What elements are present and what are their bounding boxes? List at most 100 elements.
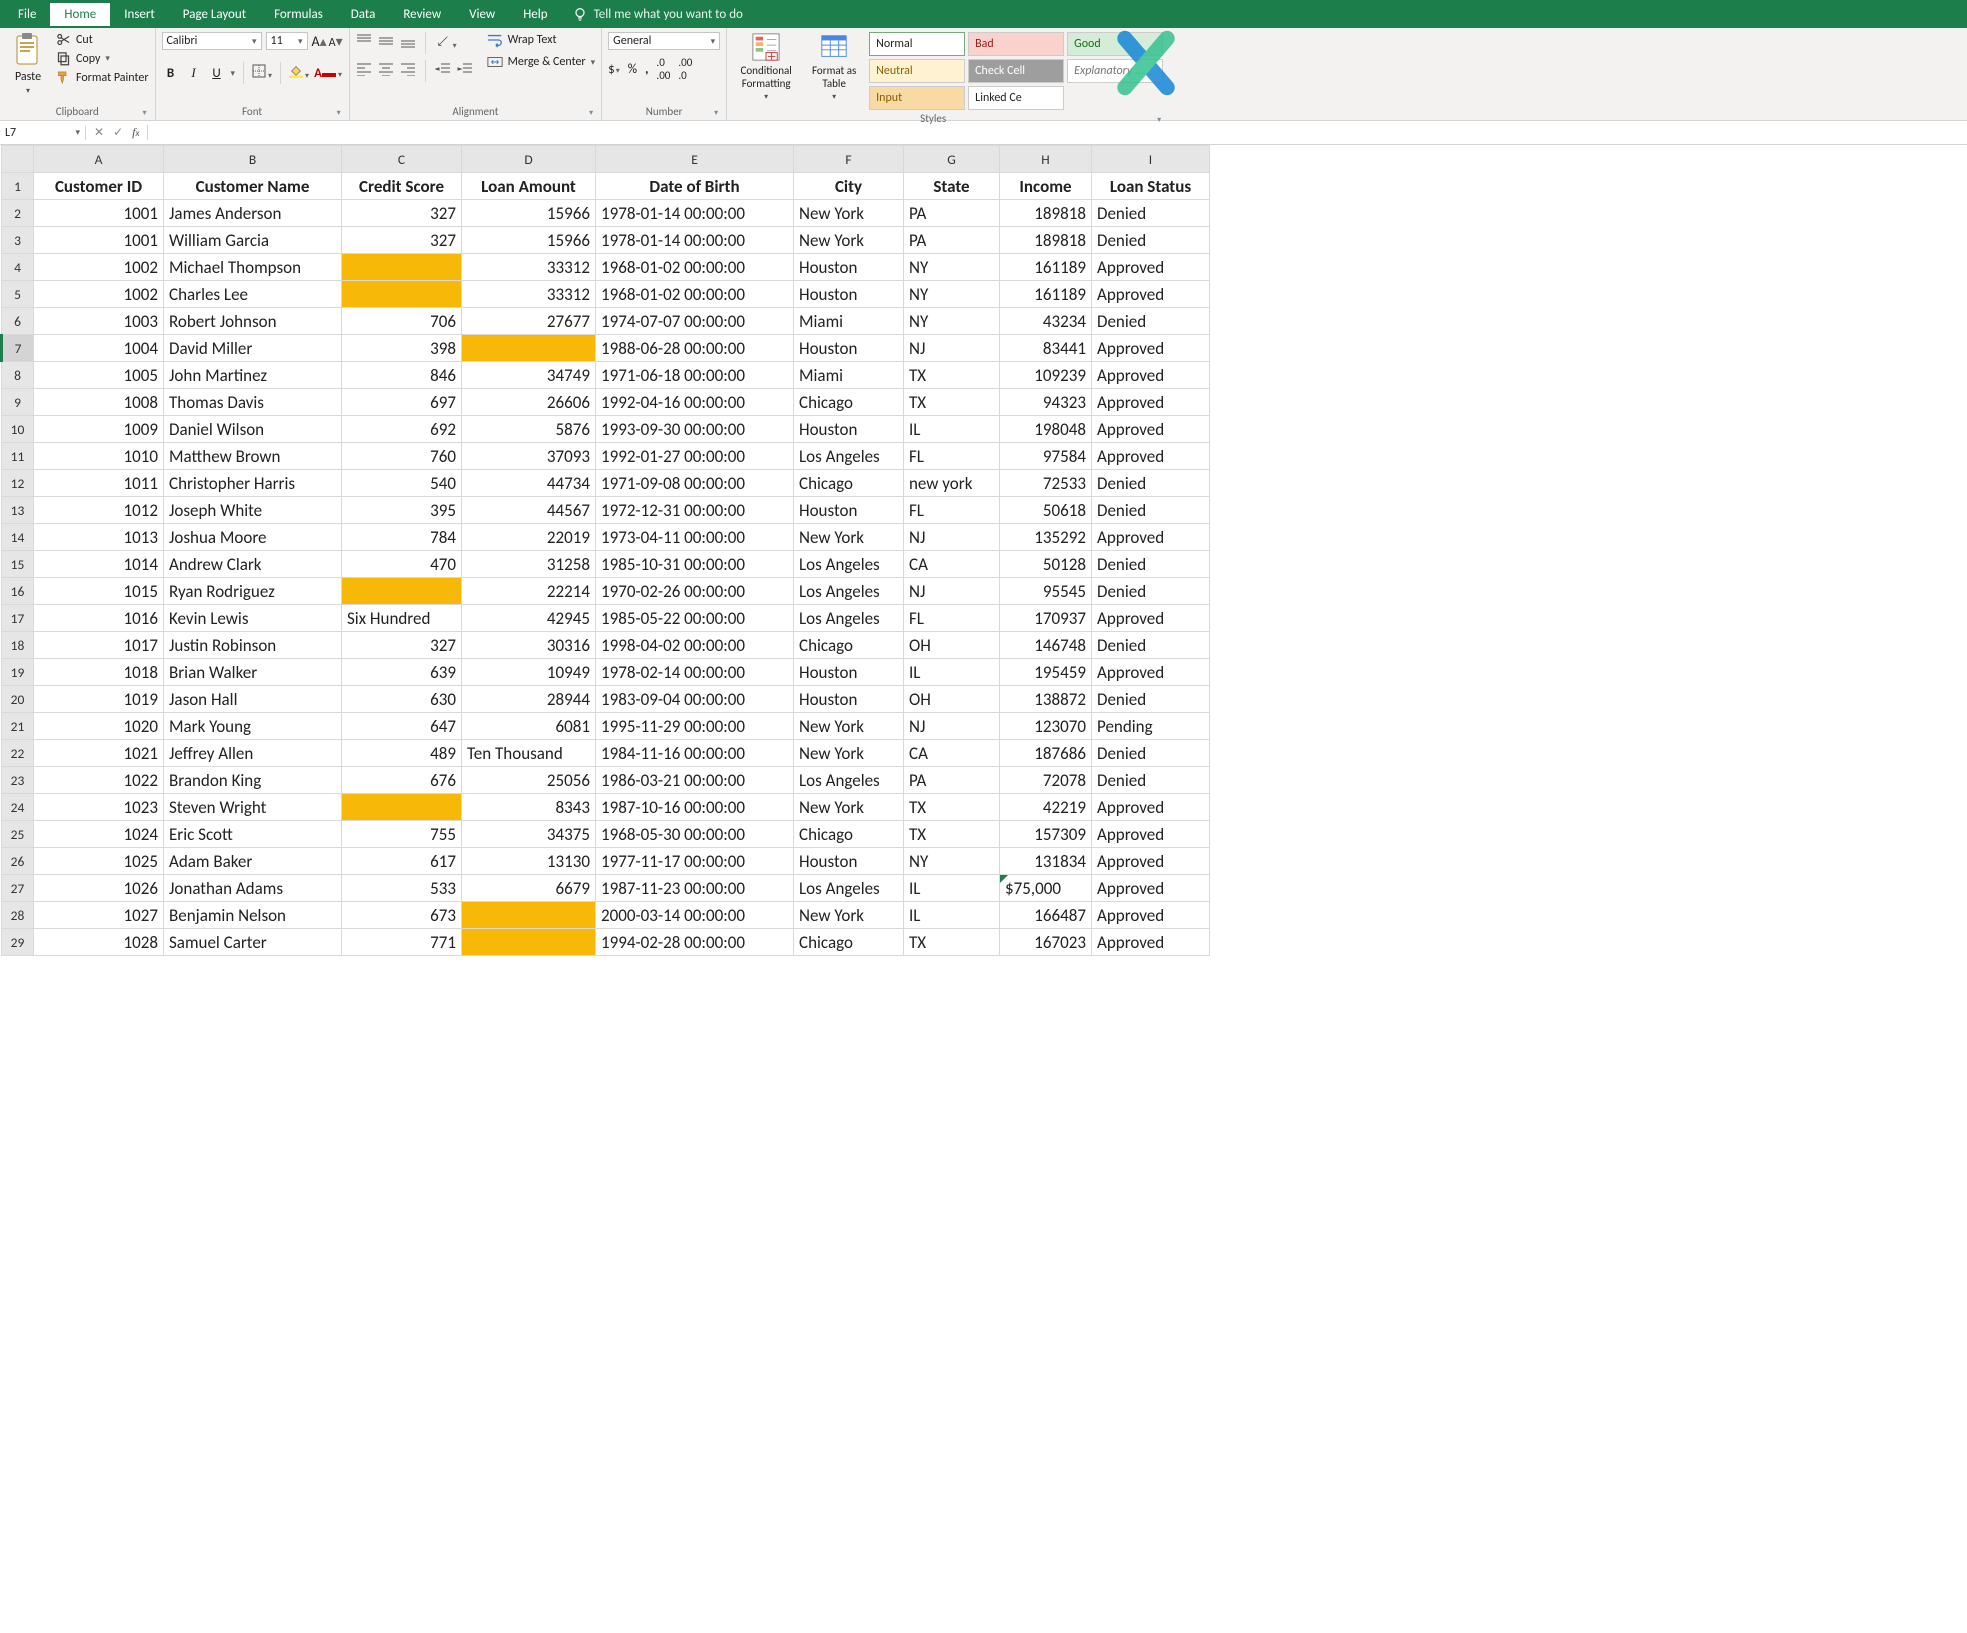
cell[interactable]: 25056	[462, 767, 596, 794]
cell[interactable]: TX	[904, 389, 1000, 416]
cell[interactable]: 1992-04-16 00:00:00	[596, 389, 794, 416]
cell[interactable]: 1004	[34, 335, 164, 362]
cell[interactable]: 15966	[462, 227, 596, 254]
header-cell[interactable]: Loan Status	[1092, 173, 1210, 200]
row-header[interactable]: 19	[2, 659, 34, 686]
cell[interactable]: 1970-02-26 00:00:00	[596, 578, 794, 605]
header-cell[interactable]: Customer Name	[164, 173, 342, 200]
cell[interactable]: Los Angeles	[794, 578, 904, 605]
cell[interactable]: 1027	[34, 902, 164, 929]
cell[interactable]: 22214	[462, 578, 596, 605]
cell[interactable]: 42219	[1000, 794, 1092, 821]
cell[interactable]: 50128	[1000, 551, 1092, 578]
row-header[interactable]: 14	[2, 524, 34, 551]
cell[interactable]: Andrew Clark	[164, 551, 342, 578]
tab-home[interactable]: Home	[50, 3, 110, 26]
cell[interactable]: TX	[904, 929, 1000, 956]
cell[interactable]: 146748	[1000, 632, 1092, 659]
merge-center-button[interactable]: Merge & Center ▾	[487, 54, 596, 70]
cell[interactable]: Approved	[1092, 848, 1210, 875]
decrease-font-button[interactable]: A▾	[329, 33, 343, 50]
cell[interactable]: 22019	[462, 524, 596, 551]
cell[interactable]: Benjamin Nelson	[164, 902, 342, 929]
cell[interactable]: 1017	[34, 632, 164, 659]
cell[interactable]: Steven Wright	[164, 794, 342, 821]
cell[interactable]: 1021	[34, 740, 164, 767]
increase-decimal-button[interactable]: .0.00	[656, 56, 670, 82]
cell[interactable]: 846	[342, 362, 462, 389]
cell[interactable]: Kevin Lewis	[164, 605, 342, 632]
cell[interactable]: 1994-02-28 00:00:00	[596, 929, 794, 956]
cell[interactable]: Eric Scott	[164, 821, 342, 848]
style-linked-cell[interactable]: Linked Ce	[968, 86, 1064, 110]
cell[interactable]: 6081	[462, 713, 596, 740]
cell[interactable]: NJ	[904, 713, 1000, 740]
cell[interactable]: PA	[904, 767, 1000, 794]
cell[interactable]: PA	[904, 227, 1000, 254]
cell[interactable]: 28944	[462, 686, 596, 713]
insert-function-button[interactable]: fx	[132, 125, 139, 140]
cell[interactable]: Approved	[1092, 416, 1210, 443]
cell[interactable]: 1001	[34, 227, 164, 254]
cell[interactable]: 1019	[34, 686, 164, 713]
cell[interactable]: 30316	[462, 632, 596, 659]
cell[interactable]: Denied	[1092, 308, 1210, 335]
cell[interactable]: Los Angeles	[794, 605, 904, 632]
number-format-combo[interactable]: General▾	[608, 32, 720, 50]
style-good[interactable]: Good	[1067, 32, 1163, 56]
cell[interactable]: 327	[342, 227, 462, 254]
row-header[interactable]: 15	[2, 551, 34, 578]
cell[interactable]: Michael Thompson	[164, 254, 342, 281]
accounting-format-button[interactable]: $	[608, 62, 620, 77]
cell[interactable]: 1003	[34, 308, 164, 335]
cell[interactable]: 1978-02-14 00:00:00	[596, 659, 794, 686]
align-left-button[interactable]	[356, 62, 372, 80]
cell[interactable]: 697	[342, 389, 462, 416]
cell[interactable]: Los Angeles	[794, 767, 904, 794]
cell[interactable]: NJ	[904, 578, 1000, 605]
cell[interactable]: 34375	[462, 821, 596, 848]
cell[interactable]: New York	[794, 524, 904, 551]
cell[interactable]: new york	[904, 470, 1000, 497]
border-button[interactable]	[252, 64, 272, 82]
header-cell[interactable]: Loan Amount	[462, 173, 596, 200]
cell[interactable]: Mark Young	[164, 713, 342, 740]
cell[interactable]: 639	[342, 659, 462, 686]
cell[interactable]: 189818	[1000, 227, 1092, 254]
cell[interactable]: 1984-11-16 00:00:00	[596, 740, 794, 767]
cell[interactable]: 1968-01-02 00:00:00	[596, 254, 794, 281]
row-header[interactable]: 13	[2, 497, 34, 524]
name-box[interactable]: L7▾	[0, 126, 86, 140]
cell[interactable]: Matthew Brown	[164, 443, 342, 470]
cell[interactable]: 1011	[34, 470, 164, 497]
cell[interactable]: Approved	[1092, 875, 1210, 902]
cell[interactable]: Approved	[1092, 254, 1210, 281]
cancel-formula-button[interactable]: ✕	[94, 125, 104, 140]
style-check-cell[interactable]: Check Cell	[968, 59, 1064, 83]
cell[interactable]: 157309	[1000, 821, 1092, 848]
row-header[interactable]: 6	[2, 308, 34, 335]
select-all-corner[interactable]	[2, 146, 34, 173]
cell[interactable]: Los Angeles	[794, 875, 904, 902]
cell[interactable]	[342, 794, 462, 821]
cell[interactable]: 1016	[34, 605, 164, 632]
column-header[interactable]: E	[596, 146, 794, 173]
cell[interactable]: 1018	[34, 659, 164, 686]
cell[interactable]: 198048	[1000, 416, 1092, 443]
cell[interactable]: FL	[904, 443, 1000, 470]
cell[interactable]: Charles Lee	[164, 281, 342, 308]
underline-button[interactable]: U	[208, 66, 226, 81]
cell[interactable]: 617	[342, 848, 462, 875]
cell[interactable]: 676	[342, 767, 462, 794]
row-header[interactable]: 7	[2, 335, 34, 362]
cell[interactable]: OH	[904, 686, 1000, 713]
tab-help[interactable]: Help	[509, 3, 561, 26]
cell[interactable]: 189818	[1000, 200, 1092, 227]
fill-color-button[interactable]	[289, 64, 309, 82]
cell-styles-gallery[interactable]: Normal Bad Good Neutral Check Cell Expla…	[869, 32, 1163, 110]
cell[interactable]: Approved	[1092, 362, 1210, 389]
wrap-text-button[interactable]: Wrap Text	[487, 32, 596, 48]
cell[interactable]: Denied	[1092, 200, 1210, 227]
cell[interactable]: IL	[904, 875, 1000, 902]
cell[interactable]: New York	[794, 902, 904, 929]
